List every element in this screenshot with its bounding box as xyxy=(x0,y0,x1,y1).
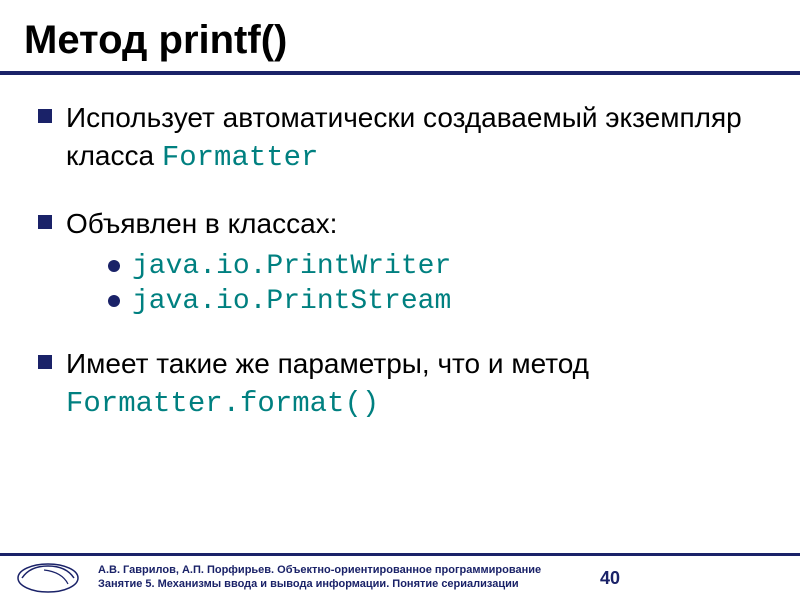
circle-bullet-icon xyxy=(108,295,120,307)
slide-content: Использует автоматически создаваемый экз… xyxy=(0,75,800,423)
sub-text-1: java.io.PrintWriter xyxy=(132,251,451,282)
square-bullet-icon xyxy=(38,215,52,229)
sub-item-2: java.io.PrintStream xyxy=(108,286,776,317)
bullet-3-code: Formatter.format() xyxy=(66,387,379,420)
bullet-item-2: Объявлен в классах: xyxy=(38,205,776,243)
footer-line1: А.В. Гаврилов, А.П. Порфирьев. Объектно-… xyxy=(98,564,600,578)
slide-title: Метод printf() xyxy=(0,0,800,71)
bullet-item-1: Использует автоматически создаваемый экз… xyxy=(38,99,776,177)
slide-footer: А.В. Гаврилов, А.П. Порфирьев. Объектно-… xyxy=(0,553,800,600)
page-number: 40 xyxy=(600,568,620,589)
sub-text-2: java.io.PrintStream xyxy=(132,286,451,317)
circle-bullet-icon xyxy=(108,260,120,272)
ellipse-logo-icon xyxy=(16,562,80,594)
bullet-item-3: Имеет такие же параметры, что и метод Fo… xyxy=(38,345,776,423)
bullet-3-prefix: Имеет такие же параметры, что и метод xyxy=(66,348,589,379)
bullet-1-code: Formatter xyxy=(162,141,319,174)
square-bullet-icon xyxy=(38,109,52,123)
sub-item-1: java.io.PrintWriter xyxy=(108,251,776,282)
bullet-text-2: Объявлен в классах: xyxy=(66,205,337,243)
footer-text: А.В. Гаврилов, А.П. Порфирьев. Объектно-… xyxy=(98,564,600,592)
footer-line2: Занятие 5. Механизмы ввода и вывода инфо… xyxy=(98,578,600,592)
logo xyxy=(16,562,80,594)
bullet-text-1: Использует автоматически создаваемый экз… xyxy=(66,99,776,177)
square-bullet-icon xyxy=(38,355,52,369)
bullet-text-3: Имеет такие же параметры, что и метод Fo… xyxy=(66,345,776,423)
sub-bullet-list: java.io.PrintWriter java.io.PrintStream xyxy=(108,251,776,317)
